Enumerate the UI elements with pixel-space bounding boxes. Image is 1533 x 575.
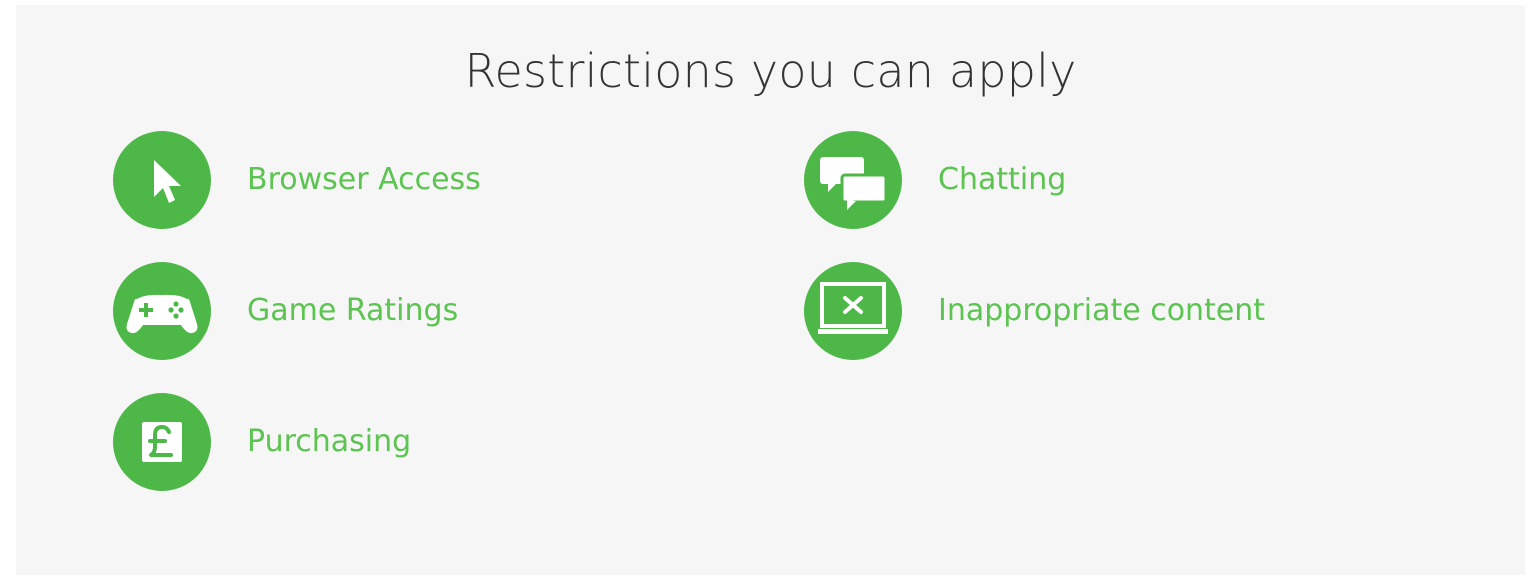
- restriction-game-ratings[interactable]: Game Ratings: [113, 262, 458, 360]
- blocked-screen-icon: [804, 262, 902, 360]
- restriction-inappropriate-content[interactable]: Inappropriate content: [804, 262, 1265, 360]
- gamepad-icon: [113, 262, 211, 360]
- restriction-label: Inappropriate content: [938, 293, 1266, 328]
- section-title: Restrictions you can apply: [464, 44, 1077, 98]
- restrictions-panel: Restrictions you can apply Browser Acces…: [16, 5, 1525, 575]
- restriction-purchasing[interactable]: Purchasing: [113, 393, 411, 491]
- pound-sign-icon: [113, 393, 211, 491]
- restriction-browser-access[interactable]: Browser Access: [113, 131, 481, 229]
- restriction-label: Purchasing: [247, 424, 412, 459]
- restriction-chatting[interactable]: Chatting: [804, 131, 1066, 229]
- cursor-icon: [113, 131, 211, 229]
- restriction-label: Chatting: [938, 162, 1067, 197]
- chat-bubbles-icon: [804, 131, 902, 229]
- restriction-label: Game Ratings: [247, 293, 459, 328]
- restriction-label: Browser Access: [247, 162, 481, 197]
